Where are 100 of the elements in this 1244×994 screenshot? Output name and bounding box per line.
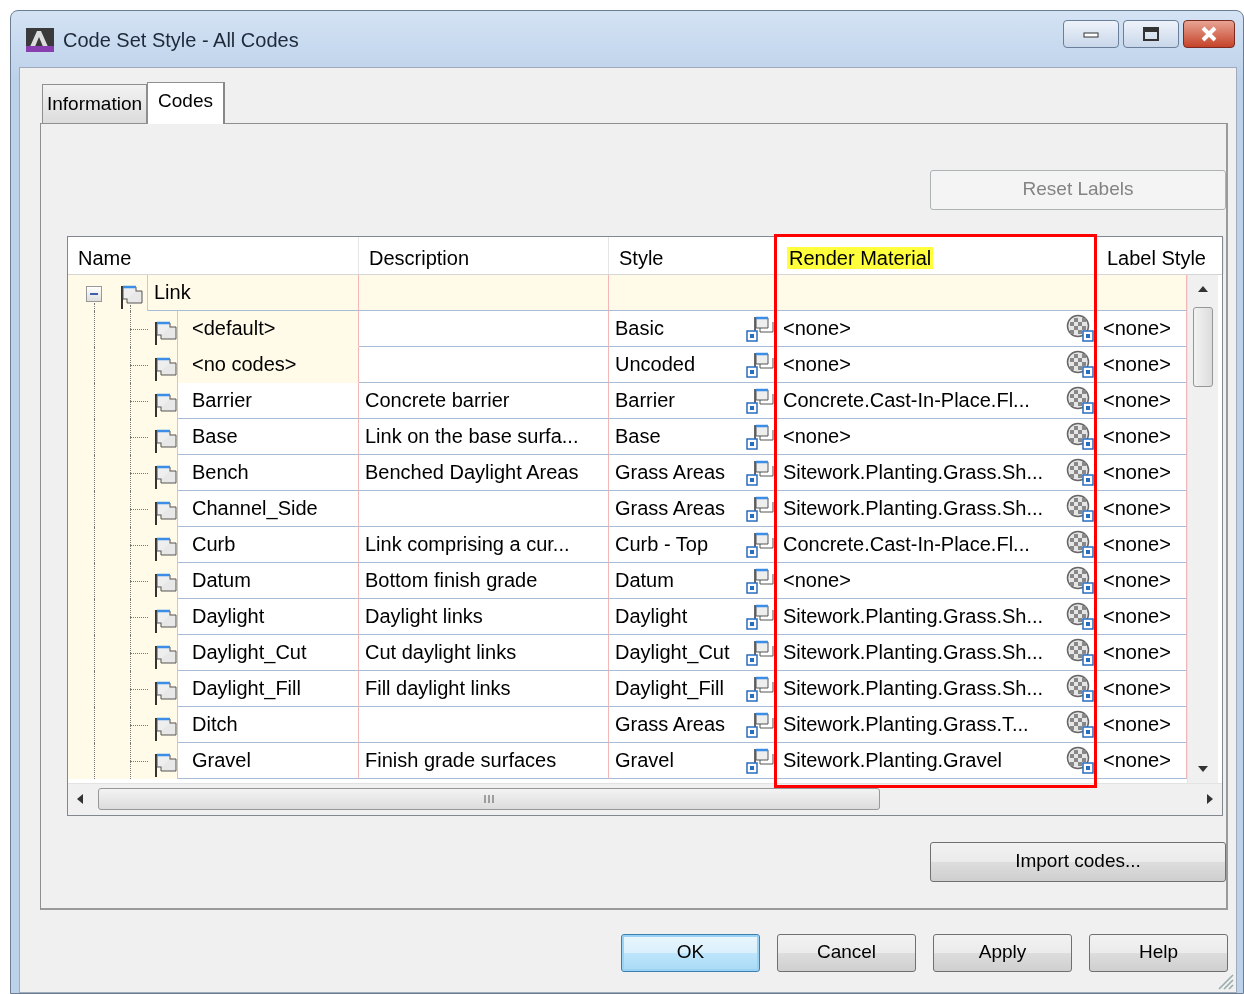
table-cell-text: Finish grade surfaces (365, 748, 557, 773)
scroll-down-icon[interactable] (1197, 764, 1209, 773)
table-cell-text: <none> (1103, 676, 1171, 701)
table-cell-text: <none> (1103, 460, 1171, 485)
material-picker-icon[interactable] (1066, 638, 1094, 666)
scroll-thumb[interactable] (98, 788, 880, 810)
table-cell-text: Uncoded (615, 352, 696, 377)
table-cell-text: <none> (1103, 568, 1171, 593)
table-cell-text: Sitework.Planting.Grass.Sh... (783, 640, 1044, 665)
maximize-icon (1142, 26, 1160, 42)
close-button[interactable] (1183, 20, 1235, 48)
style-picker-icon[interactable] (746, 530, 774, 558)
dialog-button[interactable]: Cancel (777, 933, 916, 972)
tab[interactable]: Information (42, 84, 148, 123)
table-cell-text: <none> (1103, 352, 1171, 377)
table-cell-text: <none> (783, 568, 851, 593)
resize-grip-icon[interactable] (1216, 972, 1234, 990)
tree-item[interactable]: Gravel (178, 742, 359, 779)
table-cell-text: Concrete.Cast-In-Place.Fl... (783, 388, 1030, 413)
table-cell-text: Barrier (615, 388, 675, 413)
tree-item[interactable]: Curb (178, 526, 359, 563)
table-cell-text: Sitework.Planting.Grass.Sh... (783, 460, 1044, 485)
style-picker-icon[interactable] (746, 710, 774, 738)
tree-item[interactable]: Channel_Side (178, 490, 359, 527)
material-picker-icon[interactable] (1066, 710, 1094, 738)
table-cell-text: Link comprising a cur... (365, 532, 570, 557)
horizontal-scrollbar[interactable] (68, 782, 1222, 815)
table-cell-text: Bottom finish grade (365, 568, 538, 593)
tree-item[interactable]: Barrier (178, 382, 359, 419)
style-picker-icon[interactable] (746, 422, 774, 450)
style-picker-icon[interactable] (746, 386, 774, 414)
material-picker-icon[interactable] (1066, 494, 1094, 522)
table-cell-text: Daylight links (365, 604, 483, 629)
dialog-button[interactable]: Help (1089, 933, 1228, 972)
collapse-toggle-icon[interactable] (86, 285, 102, 302)
table-cell-text: <none> (1103, 388, 1171, 413)
tree-item[interactable]: Bench (178, 454, 359, 491)
table-cell-text: <none> (783, 352, 851, 377)
style-picker-icon[interactable] (746, 638, 774, 666)
tree-item[interactable]: Datum (178, 562, 359, 599)
table-cell-text: Concrete.Cast-In-Place.Fl... (783, 532, 1030, 557)
material-picker-icon[interactable] (1066, 566, 1094, 594)
style-picker-icon[interactable] (746, 350, 774, 378)
table-cell-text: Sitework.Planting.Grass.Sh... (783, 676, 1044, 701)
column-header[interactable]: Label Style (1097, 236, 1224, 274)
tree-item[interactable]: Daylight_Fill (178, 670, 359, 707)
minimize-icon (1082, 30, 1100, 38)
style-picker-icon[interactable] (746, 566, 774, 594)
table-cell-text: Daylight (615, 604, 688, 629)
material-picker-icon[interactable] (1066, 458, 1094, 486)
style-picker-icon[interactable] (746, 314, 774, 342)
material-picker-icon[interactable] (1066, 746, 1094, 774)
style-picker-icon[interactable] (746, 494, 774, 522)
tree-item[interactable]: Ditch (178, 706, 359, 743)
material-picker-icon[interactable] (1066, 602, 1094, 630)
scroll-left-icon[interactable] (76, 793, 84, 805)
material-picker-icon[interactable] (1066, 422, 1094, 450)
table-cell-text: <none> (1103, 424, 1171, 449)
material-picker-icon[interactable] (1066, 674, 1094, 702)
material-picker-icon[interactable] (1066, 350, 1094, 378)
dialog-button[interactable]: OK (621, 933, 760, 972)
tab[interactable]: Codes (147, 82, 225, 124)
table-cell-text: Fill daylight links (365, 676, 511, 701)
style-picker-icon[interactable] (746, 458, 774, 486)
style-picker-icon[interactable] (746, 746, 774, 774)
app-icon (25, 27, 55, 53)
style-picker-icon[interactable] (746, 602, 774, 630)
scroll-thumb[interactable] (1193, 306, 1213, 387)
table-cell-text: Datum (615, 568, 674, 593)
tree-item[interactable]: Link (148, 274, 359, 311)
tree-item[interactable]: Daylight_Cut (178, 634, 359, 671)
dialog-button[interactable]: Apply (933, 933, 1072, 972)
tree-item[interactable]: Daylight (178, 598, 359, 635)
maximize-button[interactable] (1123, 20, 1179, 48)
tree-item[interactable]: <default> (178, 310, 359, 347)
table-cell-text: Sitework.Planting.Grass.Sh... (783, 496, 1044, 521)
table-cell-text: Basic (615, 316, 664, 341)
table-cell-text: Daylight_Fill (615, 676, 724, 702)
table-cell-text: <none> (1103, 640, 1171, 665)
table-cell-text: Cut daylight links (365, 640, 517, 665)
vertical-scrollbar[interactable] (1187, 274, 1218, 783)
scroll-up-icon[interactable] (1197, 284, 1209, 293)
table-cell-text: Benched Daylight Areas (365, 460, 579, 485)
import-codes-button[interactable]: Import codes... (930, 841, 1226, 882)
column-header[interactable]: Description (359, 236, 609, 274)
material-picker-icon[interactable] (1066, 530, 1094, 558)
column-header[interactable]: Style (609, 236, 777, 274)
table-cell-text: <none> (783, 424, 851, 449)
table-cell-text: <none> (1103, 532, 1171, 557)
material-picker-icon[interactable] (1066, 314, 1094, 342)
column-header[interactable]: Name (68, 236, 359, 274)
table-cell-text: <none> (783, 316, 851, 341)
material-picker-icon[interactable] (1066, 386, 1094, 414)
scroll-right-icon[interactable] (1206, 793, 1214, 805)
tree-item[interactable]: <no codes> (178, 346, 359, 383)
minimize-button[interactable] (1063, 20, 1119, 48)
column-header[interactable]: Render Material (787, 246, 934, 269)
style-picker-icon[interactable] (746, 674, 774, 702)
table-cell-text: Grass Areas (615, 496, 726, 521)
tree-item[interactable]: Base (178, 418, 359, 455)
